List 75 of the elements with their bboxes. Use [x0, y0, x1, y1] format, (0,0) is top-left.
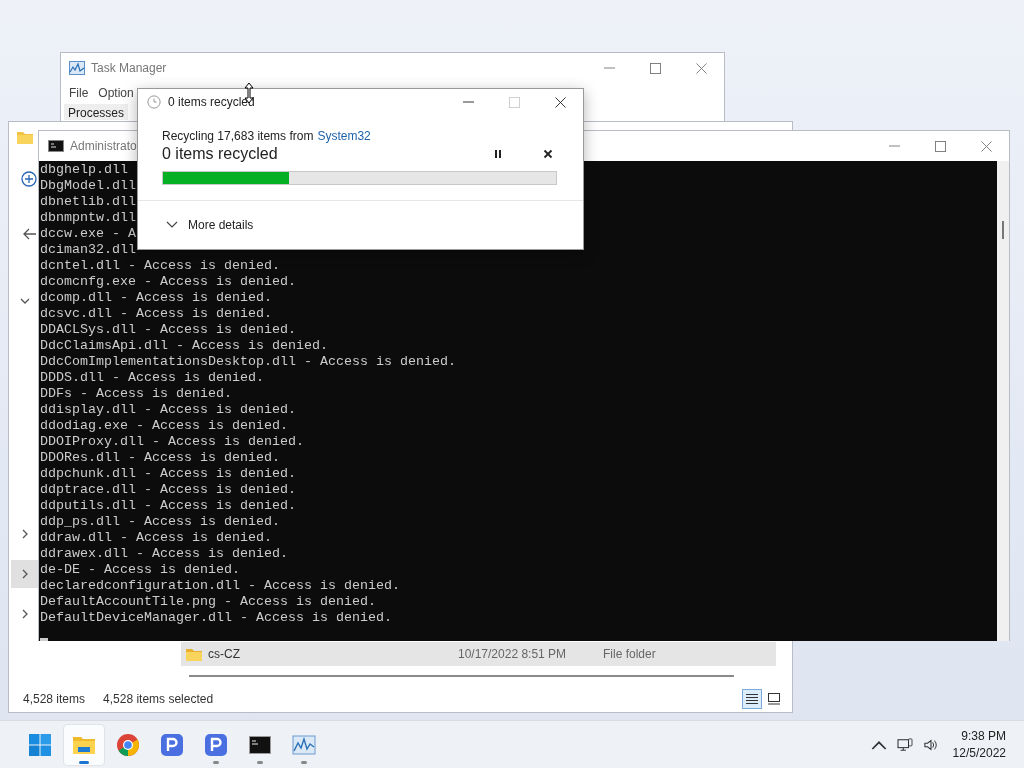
console-line: ddpchunk.dll - Access is denied. [40, 466, 296, 482]
close-icon[interactable] [554, 96, 566, 108]
selection-count: 4,528 items selected [103, 692, 214, 706]
console-line: DDACLSys.dll - Access is denied. [40, 322, 296, 338]
browser-icon[interactable] [116, 732, 140, 757]
chevron-icon[interactable] [20, 296, 30, 306]
folder-icon [17, 130, 33, 144]
console-line: de-DE - Access is denied. [40, 562, 240, 578]
chevron-icon[interactable] [20, 569, 30, 579]
console-line: ddputils.dll - Access is denied. [40, 498, 296, 514]
pause-icon[interactable] [493, 149, 503, 159]
console-line: DefaultAccountTile.png - Access is denied. [40, 594, 376, 610]
console-line: ddodiag.exe - Access is denied. [40, 418, 288, 434]
console-line: dccw.exe - A [40, 226, 136, 242]
console-line: ddisplay.dll - Access is denied. [40, 402, 296, 418]
file-type: File folder [603, 647, 656, 661]
menu-item[interactable]: File [69, 85, 89, 101]
window-title: Administrato [70, 139, 137, 153]
maximize-icon[interactable] [934, 140, 946, 152]
console-line: dciman32.dll [40, 242, 136, 258]
console-line: dcomcnfg.exe - Access is denied. [40, 274, 296, 290]
time[interactable]: 9:38 PM [961, 727, 1006, 745]
console-line: dbnmpntw.dll [40, 210, 136, 226]
more-details-button[interactable]: More details [166, 218, 254, 232]
console-line: DdcComImplementationsDesktop.dll - Access is denied. [40, 354, 456, 370]
console-line: dbghelp.dll [40, 162, 128, 178]
console-line: ddptrace.dll - Access is denied. [40, 482, 296, 498]
chevron-icon[interactable] [166, 221, 178, 229]
console-line: DdcClaimsApi.dll - Access is denied. [40, 338, 328, 354]
console-line: DbgModel.dll [40, 178, 136, 194]
network-icon[interactable] [896, 737, 913, 752]
progress-status: 0 items recycled [162, 145, 278, 163]
minimize-icon[interactable] [462, 101, 474, 103]
back-arrow-icon[interactable] [23, 228, 37, 240]
p-letter-icon[interactable] [160, 732, 184, 757]
terminal-icon [48, 139, 64, 153]
date[interactable]: 12/5/2022 [952, 744, 1006, 762]
file-name: cs-CZ [208, 647, 241, 661]
console-line: ddraw.dll - Access is denied. [40, 530, 272, 546]
windows-logo-icon[interactable] [28, 732, 52, 757]
p-letter-icon[interactable] [204, 732, 228, 757]
folder-icon [186, 647, 202, 661]
chart-icon [69, 61, 85, 75]
file-date: 10/17/2022 8:51 PM [458, 647, 568, 661]
console-line: DDDS.dll - Access is denied. [40, 370, 264, 386]
console-line: dbnetlib.dll [40, 194, 136, 210]
console-line: ddrawex.dll - Access is denied. [40, 546, 288, 562]
console-line: declaredconfiguration.dll - Access is denied. [40, 578, 400, 594]
speaker-icon[interactable] [922, 737, 939, 752]
chevron-icon[interactable] [20, 609, 30, 619]
console-line: DDORes.dll - Access is denied. [40, 450, 280, 466]
console-line: dcsvc.dll - Access is denied. [40, 306, 272, 322]
file-row[interactable]: cs-CZ 10/17/2022 8:51 PM File folder [181, 642, 776, 666]
chart-icon[interactable] [292, 732, 316, 757]
source-folder-link[interactable]: System32 [317, 129, 371, 143]
clock-icon [146, 95, 162, 109]
recycling-summary: Recycling 17,683 items from [162, 129, 314, 143]
console-line: dcomp.dll - Access is denied. [40, 290, 272, 306]
menu-item[interactable]: Option [98, 85, 134, 101]
tab[interactable]: Processes [64, 104, 129, 120]
plus-icon[interactable] [21, 171, 37, 187]
console-line: DefaultDeviceManager.dll - Access is denied. [40, 610, 392, 626]
console-line: DDOIProxy.dll - Access is denied. [40, 434, 304, 450]
console-line: ddp_ps.dll - Access is denied. [40, 514, 280, 530]
maximize-icon[interactable] [649, 62, 661, 74]
maximize-icon [508, 96, 520, 108]
text-cursor [40, 638, 48, 641]
window-title: 0 items recycled [168, 95, 255, 109]
console-line: dcntel.dll - Access is denied. [40, 258, 280, 274]
chevron-icon[interactable] [20, 529, 30, 539]
vertical-scrollbar[interactable] [997, 161, 1009, 641]
window-title: Task Manager [91, 61, 167, 75]
item-count: 4,528 items [23, 692, 86, 706]
console-line: DDFs - Access is denied. [40, 386, 232, 402]
cancel-icon[interactable] [543, 149, 553, 159]
